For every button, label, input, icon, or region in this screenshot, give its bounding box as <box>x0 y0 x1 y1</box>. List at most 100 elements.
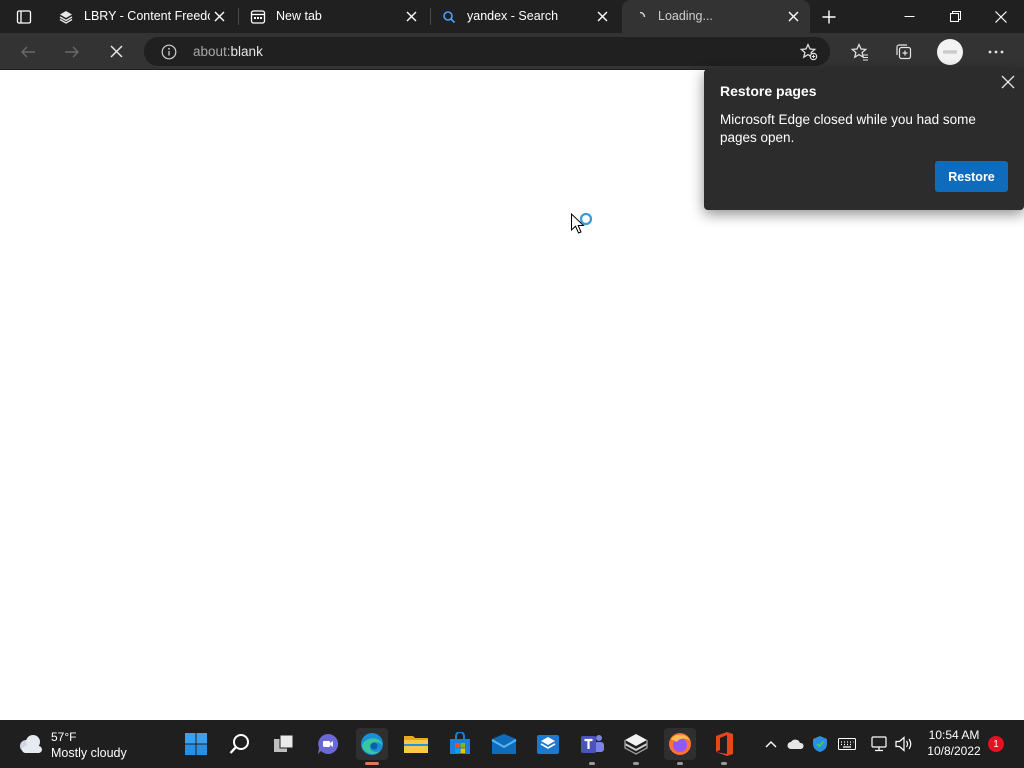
taskbar-mail[interactable] <box>488 728 520 760</box>
chat-button[interactable] <box>312 728 344 760</box>
favorites-icon <box>851 42 868 60</box>
notification-badge[interactable]: 1 <box>988 736 1004 752</box>
info-icon[interactable] <box>161 44 177 60</box>
new-tab-page-icon <box>250 9 266 25</box>
more-icon <box>988 50 1004 53</box>
minimize-button[interactable] <box>886 0 932 33</box>
start-button[interactable] <box>180 728 212 760</box>
add-favorite-icon[interactable] <box>799 43 818 66</box>
forward-button[interactable] <box>56 36 88 67</box>
search-icon <box>229 734 249 754</box>
chevron-up-icon <box>765 741 777 748</box>
profile-avatar[interactable] <box>937 39 963 65</box>
tab-title: Loading... <box>658 9 713 23</box>
tab-loading[interactable]: Loading... <box>622 0 810 33</box>
taskbar-search-button[interactable] <box>224 728 256 760</box>
taskbar-edge[interactable] <box>356 728 388 765</box>
clock-time: 10:54 AM <box>928 728 980 742</box>
back-button[interactable] <box>12 36 44 67</box>
running-app-indicator <box>589 762 595 765</box>
task-view-icon <box>274 734 294 752</box>
taskbar-teams[interactable] <box>576 728 608 765</box>
restore-down-button[interactable] <box>932 0 978 33</box>
folder-icon <box>404 736 428 753</box>
show-hidden-icons-button[interactable] <box>760 732 782 756</box>
back-icon <box>21 46 35 57</box>
taskbar-clock[interactable]: 10:54 AM 10/8/2022 <box>921 727 987 759</box>
store-icon <box>450 732 470 754</box>
url-scheme: about: <box>193 44 231 59</box>
tab-yandex-search[interactable]: yandex - Search <box>431 0 619 33</box>
weather-temperature: 57°F <box>51 730 77 744</box>
tab-lbry[interactable]: LBRY - Content Freedom <box>48 0 236 33</box>
tab-actions-button[interactable] <box>8 0 40 33</box>
popup-title: Restore pages <box>720 83 817 99</box>
taskbar-firefox[interactable] <box>664 728 696 765</box>
teams-icon <box>581 735 604 753</box>
minimize-icon <box>904 16 914 17</box>
shield-icon <box>813 736 827 752</box>
running-app-indicator <box>633 762 639 765</box>
running-app-indicator <box>677 762 683 765</box>
taskbar-lbry[interactable] <box>620 728 652 765</box>
keyboard-icon <box>838 738 856 750</box>
weather-condition: Mostly cloudy <box>51 746 127 760</box>
restore-pages-popup: Restore pages Microsoft Edge closed whil… <box>704 69 1024 210</box>
plus-icon <box>822 10 836 23</box>
busy-cursor-icon <box>570 212 596 238</box>
touch-keyboard-tray[interactable] <box>836 732 858 756</box>
taskbar-office[interactable] <box>708 728 740 765</box>
network-tray[interactable] <box>868 732 890 756</box>
close-window-button[interactable] <box>978 0 1024 33</box>
restore-button[interactable]: Restore <box>935 161 1008 192</box>
tab-new-tab[interactable]: New tab <box>240 0 428 33</box>
stop-loading-button[interactable] <box>100 36 132 67</box>
lbry-cube-icon <box>58 9 74 25</box>
onedrive-tray[interactable] <box>785 732 807 756</box>
close-tab-icon[interactable] <box>786 9 800 23</box>
forward-icon <box>65 46 79 57</box>
collections-button[interactable] <box>888 36 920 67</box>
close-icon[interactable] <box>1000 74 1016 90</box>
tab-actions-icon <box>16 9 32 24</box>
close-tab-icon[interactable] <box>404 9 418 23</box>
task-view-button[interactable] <box>268 728 300 760</box>
network-icon <box>871 736 887 752</box>
settings-and-more-button[interactable] <box>980 36 1012 67</box>
restore-down-icon <box>949 11 961 22</box>
loading-spinner-icon <box>632 9 648 25</box>
new-tab-button[interactable] <box>814 0 844 33</box>
lbry-cube-icon <box>624 734 648 755</box>
search-icon <box>441 9 457 25</box>
tab-title: New tab <box>276 9 322 23</box>
tab-title: yandex - Search <box>467 9 559 23</box>
browser-toolbar: about:blank <box>0 33 1024 70</box>
close-icon <box>995 10 1007 23</box>
weather-widget[interactable]: 57°F Mostly cloudy <box>16 726 136 764</box>
taskbar-box-app[interactable] <box>532 728 564 760</box>
box-app-icon <box>537 735 559 754</box>
office-icon <box>716 732 733 756</box>
cloudy-weather-icon <box>20 735 42 753</box>
tab-strip: LBRY - Content Freedom New tab yandex - … <box>0 0 1024 33</box>
security-tray[interactable] <box>809 732 831 756</box>
firefox-icon <box>669 733 691 755</box>
close-tab-icon[interactable] <box>212 9 226 23</box>
clock-date: 10/8/2022 <box>927 744 981 758</box>
tab-separator <box>238 8 239 25</box>
url-text[interactable]: about:blank <box>193 44 263 59</box>
volume-tray[interactable] <box>893 732 915 756</box>
tab-title: LBRY - Content Freedom <box>84 9 210 23</box>
taskbar-microsoft-store[interactable] <box>444 728 476 760</box>
favorites-button[interactable] <box>844 36 876 67</box>
chat-icon <box>318 733 339 754</box>
active-app-indicator <box>365 762 379 765</box>
taskbar-file-explorer[interactable] <box>400 728 432 760</box>
address-bar[interactable]: about:blank <box>144 37 830 66</box>
windows-logo-icon <box>185 733 207 755</box>
onedrive-cloud-icon <box>787 739 804 749</box>
edge-icon <box>361 733 383 755</box>
edge-browser-window: LBRY - Content Freedom New tab yandex - … <box>0 0 1024 768</box>
close-tab-icon[interactable] <box>595 9 609 23</box>
running-app-indicator <box>721 762 727 765</box>
